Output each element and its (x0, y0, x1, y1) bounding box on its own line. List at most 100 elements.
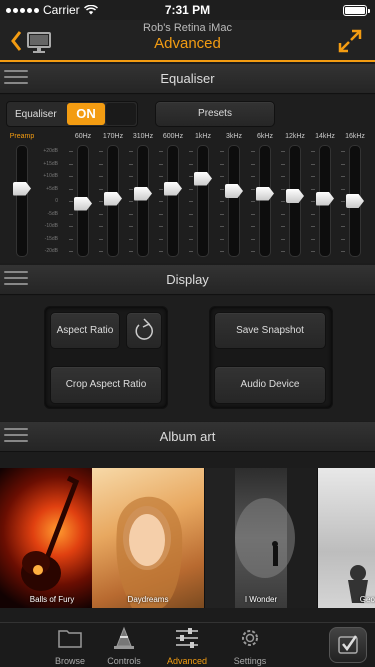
band-slider-knob[interactable] (13, 181, 31, 196)
equaliser-off-segment[interactable] (106, 103, 136, 125)
tab-advanced[interactable]: Advanced (159, 626, 215, 666)
slider-tick (129, 238, 133, 240)
drag-handle-icon[interactable] (4, 271, 28, 289)
slider-tick (159, 238, 163, 240)
slider-tick (311, 151, 315, 152)
band-slider-knob[interactable] (256, 186, 274, 201)
band-slider-track[interactable] (137, 145, 149, 257)
save-snapshot-button[interactable]: Save Snapshot (214, 312, 326, 349)
slider-tick (69, 151, 73, 152)
slider-tick (159, 151, 163, 152)
tab-controls[interactable]: Controls (96, 626, 152, 666)
slider-tick (159, 163, 163, 165)
db-scale-label: 0 (55, 198, 58, 204)
slider-tick (251, 226, 255, 227)
app-switch-button[interactable] (329, 627, 367, 663)
slider-tick (341, 176, 345, 177)
album-cover-image (348, 565, 368, 603)
slider-tick (189, 163, 193, 165)
slider-tick (311, 176, 315, 177)
slider-tick (69, 251, 73, 252)
equaliser-panel: Equaliser ON Presets +20dB +15dB +10dB +5dB… (0, 95, 375, 263)
slider-tick (99, 151, 103, 152)
band-slider-knob[interactable] (225, 184, 243, 198)
slider-tick (311, 213, 315, 215)
tab-settings[interactable]: Settings (222, 626, 278, 666)
aspect-ratio-label: Aspect Ratio (56, 325, 114, 336)
band-slider-track[interactable] (167, 145, 179, 257)
slider-tick (251, 251, 255, 252)
album-card[interactable]: Daydreams (92, 468, 204, 608)
display-section-header[interactable]: Display (0, 265, 375, 295)
slider-tick (159, 201, 163, 202)
rotate-button[interactable] (126, 312, 162, 349)
slider-tick (99, 188, 103, 190)
tab-settings-label: Settings (233, 656, 267, 666)
db-scale-label: +5dB (46, 185, 58, 192)
tab-browse-label: Browse (54, 656, 85, 666)
slider-tick (341, 188, 345, 190)
display-title: Display (166, 272, 209, 287)
slider-tick (69, 163, 73, 165)
album-art-title: Album art (159, 429, 216, 444)
band-slider-knob[interactable] (74, 196, 92, 211)
drag-handle-icon[interactable] (4, 70, 28, 88)
album-art-carousel[interactable]: Balls of Fury Daydreams I Wonder Georgia (0, 468, 375, 608)
band-slider-track[interactable] (197, 145, 209, 257)
band-label: 1kHz (195, 133, 211, 140)
slider-tick (311, 238, 315, 240)
slider-tick (220, 238, 224, 240)
album-card[interactable]: Georgia (318, 468, 375, 608)
equaliser-section-header[interactable]: Equaliser (0, 64, 375, 94)
drag-handle-icon[interactable] (4, 428, 28, 446)
tab-controls-label: Controls (107, 656, 141, 666)
slider-tick (189, 201, 193, 202)
audio-device-button[interactable]: Audio Device (214, 366, 326, 404)
slider-tick (220, 188, 224, 190)
band-slider-knob[interactable] (346, 194, 364, 208)
tab-bar: Browse Controls Advanced Settings (0, 622, 375, 667)
band-label: 16kHz (345, 133, 365, 140)
band-slider-knob[interactable] (104, 191, 122, 206)
checkmark-icon (338, 635, 358, 654)
slider-tick (281, 213, 285, 215)
band-slider-knob[interactable] (316, 191, 334, 206)
aspect-ratio-button[interactable]: Aspect Ratio (50, 312, 120, 349)
clock: 7:31 PM (164, 3, 211, 17)
expand-button[interactable] (337, 28, 363, 54)
slider-tick (251, 201, 255, 202)
slider-tick (251, 213, 255, 215)
equaliser-toggle-label: Equaliser (15, 109, 57, 120)
slider-tick (341, 226, 345, 227)
band-slider-track[interactable] (228, 145, 240, 257)
audio-device-label: Audio Device (240, 379, 300, 390)
slider-tick (99, 201, 103, 202)
display-panel: Aspect Ratio Crop Aspect Ratio Save Snap… (0, 296, 375, 421)
slider-tick (129, 176, 133, 177)
equaliser-on-state[interactable]: ON (67, 103, 105, 125)
expand-icon (338, 29, 362, 53)
band-slider-knob[interactable] (164, 181, 182, 196)
slider-tick (251, 163, 255, 165)
slider-tick (99, 226, 103, 227)
album-art-section-header[interactable]: Album art (0, 422, 375, 452)
presets-button[interactable]: Presets (155, 101, 275, 127)
slider-tick (129, 213, 133, 215)
slider-tick (99, 176, 103, 177)
band-slider-track[interactable] (259, 145, 271, 257)
tab-browse[interactable]: Browse (42, 626, 98, 666)
nav-subtitle: Rob's Retina iMac (143, 22, 232, 34)
band-slider-knob[interactable] (194, 171, 212, 186)
slider-tick (251, 238, 255, 240)
slider-tick (311, 251, 315, 252)
band-slider-track[interactable] (16, 145, 28, 257)
album-title: I Wonder (244, 595, 278, 604)
band-slider-knob[interactable] (286, 189, 304, 203)
equaliser-toggle[interactable]: Equaliser ON (6, 101, 138, 127)
db-scale-label: +20dB (43, 148, 58, 154)
tab-advanced-label: Advanced (166, 656, 208, 666)
slider-tick (129, 188, 133, 190)
album-card[interactable]: I Wonder (205, 468, 317, 608)
crop-aspect-ratio-button[interactable]: Crop Aspect Ratio (50, 366, 162, 404)
band-slider-knob[interactable] (134, 186, 152, 201)
